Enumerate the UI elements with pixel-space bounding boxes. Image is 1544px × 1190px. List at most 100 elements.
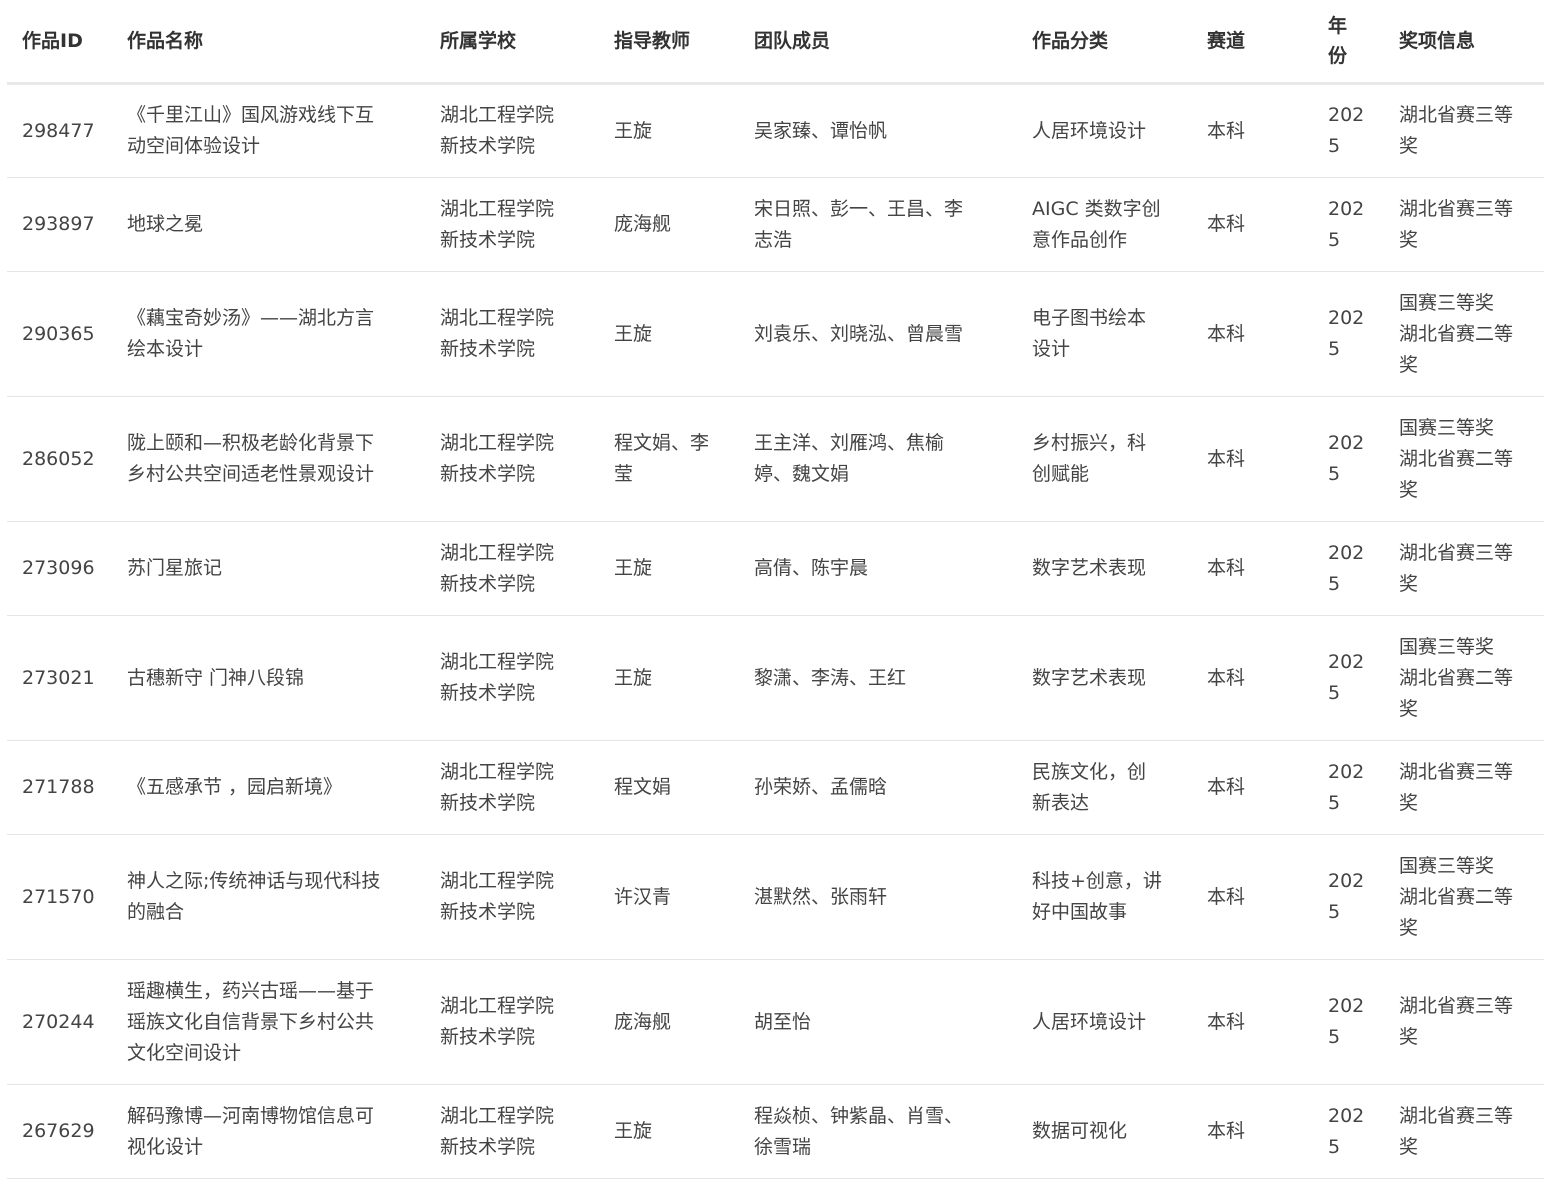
cell-teacher: 庞海舰	[599, 177, 739, 272]
cell-members: 胡至怡	[739, 959, 1017, 1085]
cell-teacher: 王旋	[599, 615, 739, 741]
cell-school: 湖北工程学院 新技术学院	[425, 271, 599, 397]
table-row: 293897 地球之冕 湖北工程学院 新技术学院 庞海舰 宋日照、彭一、王昌、李 志浩 A…	[7, 177, 1544, 272]
cell-category: 数字艺术表现	[1017, 615, 1192, 741]
cell-name: 《藕宝奇妙汤》——湖北方言 绘本设计	[112, 271, 425, 397]
cell-name: 《千里江山》国风游戏线下互 动空间体验设计	[112, 83, 425, 178]
cell-members: 宋日照、彭一、王昌、李 志浩	[739, 177, 1017, 272]
cell-year: 202 5	[1313, 615, 1384, 741]
cell-school: 湖北工程学院 新技术学院	[425, 959, 599, 1085]
cell-track: 本科	[1192, 177, 1313, 272]
table-row: 271570 神人之际;传统神话与现代科技 的融合 湖北工程学院 新技术学院 许汉青湛…	[7, 834, 1544, 960]
cell-name: 陇上颐和—积极老龄化背景下 乡村公共空间适老性景观设计	[112, 396, 425, 522]
cell-track: 本科	[1192, 740, 1313, 835]
table-row: 273096 苏门星旅记 湖北工程学院 新技术学院 王旋 高倩、陈宇晨 数字艺术表现 本科 2…	[7, 521, 1544, 616]
cell-award: 湖北省赛三等 奖	[1384, 521, 1544, 616]
cell-teacher: 王旋	[599, 1084, 739, 1179]
cell-category: 人居环境设计	[1017, 959, 1192, 1085]
column-header-teacher: 指导教师	[599, 0, 739, 85]
cell-name: 瑶趣横生，药兴古瑶——基于 瑶族文化自信背景下乡村公共 文化空间设计	[112, 959, 425, 1085]
cell-year: 202 5	[1313, 834, 1384, 960]
table-row: 298477 《千里江山》国风游戏线下互 动空间体验设计 湖北工程学院 新技术学院王…	[7, 83, 1544, 178]
cell-id: 267629	[7, 1084, 112, 1179]
cell-category: 数字艺术表现	[1017, 521, 1192, 616]
cell-award: 湖北省赛三等 奖	[1384, 177, 1544, 272]
cell-members: 黎潇、李涛、王红	[739, 615, 1017, 741]
cell-track: 本科	[1192, 959, 1313, 1085]
table-row: 270244 瑶趣横生，药兴古瑶——基于 瑶族文化自信背景下乡村公共 文化空间设计…	[7, 959, 1544, 1085]
cell-year: 202 5	[1313, 521, 1384, 616]
cell-members: 湛默然、张雨轩	[739, 834, 1017, 960]
table-row: 271788 《五感承节 ，园启新境》 湖北工程学院 新技术学院 程文娟 孙荣娇、孟儒晗…	[7, 740, 1544, 835]
table-row: 267629 解码豫博—河南博物馆信息可 视化设计 湖北工程学院 新技术学院 王旋 程焱…	[7, 1084, 1544, 1179]
cell-teacher: 庞海舰	[599, 959, 739, 1085]
cell-award: 湖北省赛三等 奖	[1384, 959, 1544, 1085]
table-header: 作品ID 作品名称 所属学校 指导教师 团队成员 作品分类 赛道年 份奖项信息	[7, 0, 1544, 85]
cell-school: 湖北工程学院 新技术学院	[425, 521, 599, 616]
column-header-id: 作品ID	[7, 0, 112, 85]
column-header-year: 年 份	[1313, 0, 1384, 85]
column-header-track: 赛道	[1192, 0, 1313, 85]
cell-category: 电子图书绘本 设计	[1017, 271, 1192, 397]
cell-id: 271788	[7, 740, 112, 835]
column-header-name: 作品名称	[112, 0, 425, 85]
cell-members: 程焱桢、钟紫晶、肖雪、 徐雪瑞	[739, 1084, 1017, 1179]
cell-award: 湖北省赛三等 奖	[1384, 1084, 1544, 1179]
cell-year: 202 5	[1313, 396, 1384, 522]
cell-school: 湖北工程学院 新技术学院	[425, 834, 599, 960]
cell-year: 202 5	[1313, 1084, 1384, 1179]
cell-name: 神人之际;传统神话与现代科技 的融合	[112, 834, 425, 960]
cell-award: 国赛三等奖 湖北省赛二等 奖	[1384, 615, 1544, 741]
cell-members: 孙荣娇、孟儒晗	[739, 740, 1017, 835]
column-header-category: 作品分类	[1017, 0, 1192, 85]
cell-year: 202 5	[1313, 177, 1384, 272]
cell-year: 202 5	[1313, 959, 1384, 1085]
cell-school: 湖北工程学院 新技术学院	[425, 177, 599, 272]
cell-name: 地球之冕	[112, 177, 425, 272]
cell-name: 解码豫博—河南博物馆信息可 视化设计	[112, 1084, 425, 1179]
cell-school: 湖北工程学院 新技术学院	[425, 396, 599, 522]
cell-id: 298477	[7, 83, 112, 178]
cell-id: 273096	[7, 521, 112, 616]
cell-school: 湖北工程学院 新技术学院	[425, 740, 599, 835]
cell-school: 湖北工程学院 新技术学院	[425, 615, 599, 741]
cell-category: 科技+创意，讲 好中国故事	[1017, 834, 1192, 960]
cell-teacher: 程文娟	[599, 740, 739, 835]
cell-name: 苏门星旅记	[112, 521, 425, 616]
cell-award: 国赛三等奖 湖北省赛二等 奖	[1384, 396, 1544, 522]
column-header-award: 奖项信息	[1384, 0, 1544, 85]
cell-teacher: 程文娟、李 莹	[599, 396, 739, 522]
cell-id: 273021	[7, 615, 112, 741]
cell-members: 高倩、陈宇晨	[739, 521, 1017, 616]
cell-year: 202 5	[1313, 271, 1384, 397]
cell-id: 290365	[7, 271, 112, 397]
header-row: 作品ID 作品名称 所属学校 指导教师 团队成员 作品分类 赛道年 份奖项信息	[7, 0, 1544, 85]
cell-teacher: 王旋	[599, 521, 739, 616]
cell-category: 乡村振兴，科 创赋能	[1017, 396, 1192, 522]
cell-members: 王主洋、刘雁鸿、焦榆 婷、魏文娟	[739, 396, 1017, 522]
cell-teacher: 王旋	[599, 271, 739, 397]
cell-id: 293897	[7, 177, 112, 272]
cell-category: 人居环境设计	[1017, 83, 1192, 178]
cell-school: 湖北工程学院 新技术学院	[425, 1084, 599, 1179]
cell-track: 本科	[1192, 1084, 1313, 1179]
table-row: 290365 《藕宝奇妙汤》——湖北方言 绘本设计 湖北工程学院 新技术学院 王旋 刘袁…	[7, 271, 1544, 397]
cell-category: 数据可视化	[1017, 1084, 1192, 1179]
cell-track: 本科	[1192, 271, 1313, 397]
cell-school: 湖北工程学院 新技术学院	[425, 83, 599, 178]
cell-members: 吴家臻、谭怡帆	[739, 83, 1017, 178]
cell-members: 刘袁乐、刘晓泓、曾晨雪	[739, 271, 1017, 397]
table-row: 286052 陇上颐和—积极老龄化背景下 乡村公共空间适老性景观设计 湖北工程学院 …	[7, 396, 1544, 522]
column-header-members: 团队成员	[739, 0, 1017, 85]
cell-year: 202 5	[1313, 83, 1384, 178]
cell-award: 国赛三等奖 湖北省赛二等 奖	[1384, 834, 1544, 960]
cell-category: 民族文化，创 新表达	[1017, 740, 1192, 835]
cell-year: 202 5	[1313, 740, 1384, 835]
awards-table-container: 作品ID 作品名称 所属学校 指导教师 团队成员 作品分类 赛道年 份奖项信息 298477…	[7, 0, 1544, 1179]
awards-table: 作品ID 作品名称 所属学校 指导教师 团队成员 作品分类 赛道年 份奖项信息 298477…	[7, 0, 1544, 1179]
table-row: 273021 古穗新守 门神八段锦 湖北工程学院 新技术学院 王旋 黎潇、李涛、王红 数字…	[7, 615, 1544, 741]
cell-award: 湖北省赛三等 奖	[1384, 83, 1544, 178]
cell-track: 本科	[1192, 521, 1313, 616]
cell-id: 271570	[7, 834, 112, 960]
cell-category: AIGC 类数字创 意作品创作	[1017, 177, 1192, 272]
